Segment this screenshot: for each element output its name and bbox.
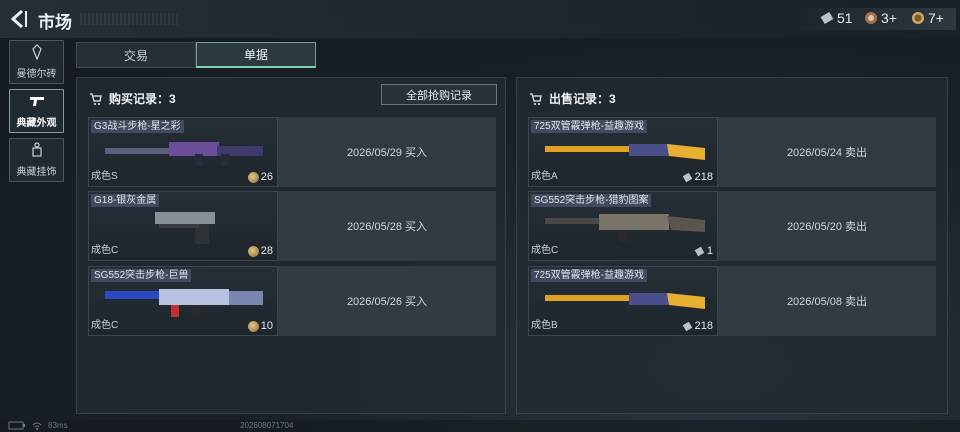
item-name: 725双管霰弹枪-益趣游戏: [531, 269, 648, 282]
price-value: 10: [260, 320, 273, 332]
item-price: 28: [247, 245, 273, 257]
item-grade: 成色S: [91, 171, 118, 182]
transaction-date: 2026/05/26 买入: [278, 266, 496, 336]
item-price: 10: [247, 320, 273, 332]
item-name: G3战斗步枪-星之彩: [91, 120, 184, 133]
cart-icon: [530, 92, 542, 105]
sidebar-item-charms[interactable]: 典藏挂饰: [9, 138, 64, 182]
wifi-icon: [32, 422, 42, 430]
item-grade: 成色B: [531, 320, 558, 331]
currency-coin[interactable]: 7+: [911, 10, 944, 26]
currency-badge[interactable]: 3+: [864, 10, 897, 26]
top-bar: 市场 51 3+ 7+: [0, 0, 960, 38]
item-price: 218: [682, 171, 713, 183]
charm-icon: [31, 142, 42, 157]
pistol-icon: [29, 97, 44, 106]
back-arrow-icon[interactable]: [8, 8, 30, 30]
rifle-icon: [545, 214, 705, 242]
all-purchase-records-button[interactable]: 全部抢购记录: [381, 84, 497, 105]
item-grade: 成色A: [531, 171, 558, 182]
item-card[interactable]: 725双管霰弹枪-益趣游戏 成色A 218: [528, 117, 718, 187]
shotgun-icon: [545, 293, 705, 309]
item-card[interactable]: SG552突击步枪-猎豹图案 成色C 1: [528, 191, 718, 261]
brick-icon: [31, 44, 42, 61]
currency-ticket[interactable]: 51: [820, 10, 853, 26]
latency-text: 83ms: [48, 421, 68, 430]
coin-icon: [247, 171, 259, 183]
ticket-icon: [694, 246, 705, 256]
sidebar-item-skins[interactable]: 典藏外观: [9, 89, 64, 133]
sell-records-title: 出售记录：3: [529, 90, 616, 107]
sell-records-count: 出售记录：3: [549, 92, 616, 106]
ticket-icon: [682, 172, 692, 182]
sidebar-item-label: 曼德尔砖: [16, 69, 57, 80]
tab-trade[interactable]: 交易: [76, 42, 196, 68]
transaction-date: 2026/05/24 卖出: [718, 117, 936, 187]
currency-value: 3+: [881, 10, 897, 26]
build-id: 202608071704: [240, 421, 294, 430]
status-footer: 83ms 202608071704: [0, 420, 960, 432]
transaction-date: 2026/05/29 买入: [278, 117, 496, 187]
price-value: 26: [260, 171, 273, 183]
item-price: 26: [247, 171, 273, 183]
price-value: 1: [706, 245, 713, 257]
currency-value: 51: [837, 10, 853, 26]
item-grade: 成色C: [531, 245, 559, 256]
price-value: 218: [694, 320, 713, 332]
item-name: 725双管霰弹枪-益趣游戏: [531, 120, 648, 133]
transaction-date: 2026/05/28 买入: [278, 191, 496, 261]
item-name: G18-银灰金属: [91, 194, 160, 207]
coin-icon: [247, 320, 259, 332]
coin-icon: [247, 245, 259, 257]
item-price: 1: [694, 245, 713, 257]
item-grade: 成色C: [91, 320, 119, 331]
currency-value: 7+: [928, 10, 944, 26]
price-value: 218: [694, 171, 713, 183]
badge-icon: [865, 12, 877, 24]
price-value: 28: [260, 245, 273, 257]
rifle-icon: [105, 142, 263, 166]
sidebar-item-label: 典藏外观: [16, 118, 57, 129]
battery-icon: [8, 421, 25, 430]
item-name: SG552突击步枪-巨兽: [91, 269, 192, 282]
sidebar-item-label: 典藏挂饰: [16, 167, 57, 178]
item-grade: 成色C: [91, 245, 119, 256]
rifle-icon: [105, 289, 263, 317]
transaction-date: 2026/05/08 卖出: [718, 266, 936, 336]
pistol-icon: [155, 212, 215, 244]
transaction-date: 2026/05/20 卖出: [718, 191, 936, 261]
buy-records-count: 购买记录：3: [109, 92, 176, 106]
coin-icon: [912, 12, 924, 24]
page-title: 市场: [38, 13, 72, 32]
item-price: 218: [682, 320, 713, 332]
tab-orders[interactable]: 单据: [196, 42, 316, 68]
sidebar-item-brick[interactable]: 曼德尔砖: [9, 40, 64, 84]
title-decoration: [80, 13, 180, 25]
ticket-icon: [682, 321, 692, 331]
ticket-icon: [820, 12, 834, 24]
buy-records-title: 购买记录：3: [89, 90, 176, 107]
item-card[interactable]: G18-银灰金属 成色C 28: [88, 191, 278, 261]
item-card[interactable]: G3战斗步枪-星之彩 成色S 26: [88, 117, 278, 187]
item-card[interactable]: SG552突击步枪-巨兽 成色C 10: [88, 266, 278, 336]
item-card[interactable]: 725双管霰弹枪-益趣游戏 成色B 218: [528, 266, 718, 336]
shotgun-icon: [545, 144, 705, 160]
item-name: SG552突击步枪-猎豹图案: [531, 194, 652, 207]
cart-icon: [90, 92, 102, 105]
